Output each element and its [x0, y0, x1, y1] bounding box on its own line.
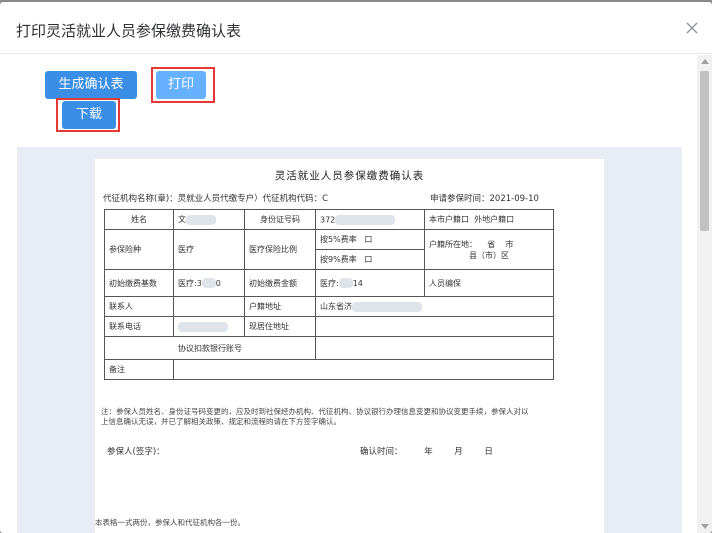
- label-amount: 初始缴费金额: [244, 269, 316, 297]
- huji-location: 户籍所在地： 省 市县（市）区: [424, 229, 554, 270]
- label-base: 初始缴费基数: [104, 269, 174, 297]
- scroll-thumb[interactable]: [700, 71, 709, 231]
- apply-time: 申请参保时间：2021-09-10: [430, 194, 539, 204]
- close-icon[interactable]: [684, 20, 700, 36]
- rate9-option: 按9%费率 口: [315, 249, 425, 270]
- label-remark: 备注: [104, 359, 174, 380]
- agency-line: 代征机构名称(章)：灵就业人员代缴专户）代征机构代码：C: [103, 194, 329, 204]
- form-note: 注：参保人员姓名、身份证号码变更的，应及时到社保经办机构、代征机构、协议银行办理…: [101, 407, 529, 426]
- download-button[interactable]: 下载: [62, 101, 116, 129]
- print-dialog: 打印灵活就业人员参保缴费确认表 生成确认表 打印 下载 灵活就业人员参保缴费确认…: [0, 2, 712, 533]
- value-current-address: [315, 316, 554, 337]
- label-contact: 联系人: [104, 296, 174, 317]
- footer-note: 本表格一式两份，参保人和代征机构各一份。: [95, 518, 245, 527]
- value-insurance-type: 医疗: [173, 229, 245, 270]
- rate5-option: 按5%费率 口: [315, 229, 425, 250]
- document-preview: 灵活就业人员参保缴费确认表 代征机构名称(章)：灵就业人员代缴专户）代征机构代码…: [17, 147, 682, 533]
- vertical-scrollbar[interactable]: [697, 55, 712, 533]
- value-phone: [173, 316, 245, 337]
- form-paper: 灵活就业人员参保缴费确认表 代征机构名称(章)：灵就业人员代缴专户）代征机构代码…: [95, 159, 604, 533]
- value-id: 372: [315, 209, 425, 230]
- scroll-up-icon[interactable]: [701, 59, 709, 64]
- value-huji-address: 山东省济: [315, 296, 554, 317]
- form-title: 灵活就业人员参保缴费确认表: [274, 170, 425, 182]
- signer-label: 参保人(签字)：: [107, 447, 165, 457]
- confirm-time: 确认时间： 年 月 日: [360, 447, 493, 457]
- label-name: 姓名: [104, 209, 174, 230]
- label-ratio: 医疗保险比例: [244, 229, 316, 270]
- label-bank-account: 协议扣款银行账号: [104, 336, 316, 360]
- value-name: 文: [173, 209, 245, 230]
- dialog-body: 生成确认表 打印 下载 灵活就业人员参保缴费确认表 代征机构名称(章)：灵就业人…: [0, 55, 697, 533]
- huji-type: 本市户籍口 外地户籍口: [424, 209, 554, 230]
- label-id: 身份证号码: [244, 209, 316, 230]
- label-phone: 联系电话: [104, 316, 174, 337]
- value-amount: 医疗: 14: [315, 269, 425, 297]
- dialog-title: 打印灵活就业人员参保缴费确认表: [16, 22, 242, 40]
- print-button[interactable]: 打印: [156, 71, 206, 99]
- generate-form-button[interactable]: 生成确认表: [45, 71, 137, 99]
- value-base: 医疗:3 0: [173, 269, 245, 297]
- scroll-down-icon[interactable]: [701, 524, 709, 529]
- label-current-address: 现居住地址: [244, 316, 316, 337]
- value-contact: [173, 296, 245, 317]
- person-sign: 人员编保: [424, 269, 554, 297]
- confirmation-table: 姓名 文 身份证号码 372 本市户籍口 外地户籍口 参保险种 医疗 医疗保险比…: [104, 209, 554, 380]
- label-huji-address: 户籍地址: [244, 296, 316, 317]
- value-bank-account: [315, 336, 554, 360]
- dialog-header: 打印灵活就业人员参保缴费确认表: [0, 2, 712, 54]
- label-insurance-type: 参保险种: [104, 229, 174, 270]
- value-remark: [173, 359, 554, 380]
